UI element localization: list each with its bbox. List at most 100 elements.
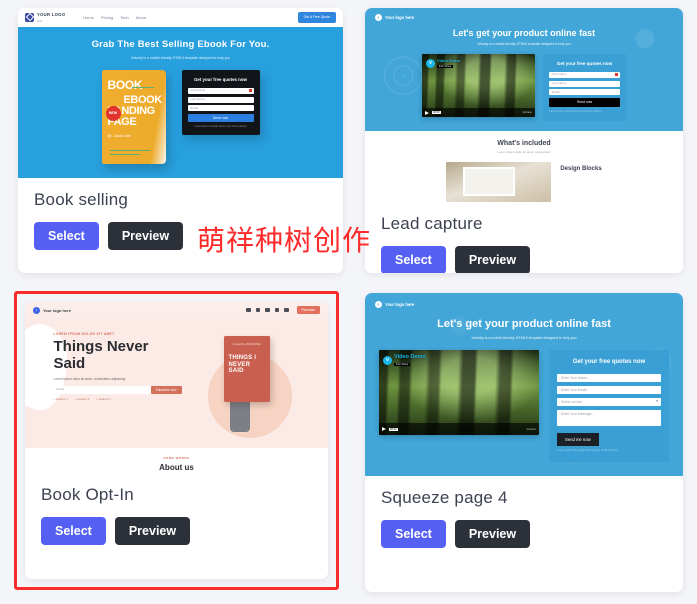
section-kicker: SOME WORDS [163, 456, 190, 460]
hero-section: Your logo here Let's get your product on… [365, 8, 683, 132]
facebook-icon [246, 307, 251, 313]
video-brand: from Vimeo [394, 363, 411, 367]
template-meta-book-selling: Book selling Select Preview [18, 178, 343, 273]
template-preview-squeeze-page-4: Your logo here Let's get your product on… [365, 293, 683, 477]
quote-field-name: Enter Your Name... [557, 373, 661, 382]
feature-item: + Feature 3 [96, 397, 111, 402]
hero-subhead: Lorem ipsum dolor sit amet, consectetur … [53, 376, 126, 381]
quote-form-note: Lorem Ipsum is simply dummy text of the … [557, 447, 618, 452]
logo-bolt-icon [375, 14, 382, 21]
logo-bolt-icon [33, 306, 40, 314]
template-meta-lead-capture: Lead capture Select Preview [365, 201, 683, 273]
quote-send-button: Send now [187, 113, 254, 123]
about-section: SOME WORDS About us [25, 448, 328, 473]
required-marker-icon [248, 89, 252, 93]
template-card-book-opt-in[interactable]: Your logo here Purchase LOREM IPSUM DOLO… [25, 302, 328, 579]
logo-subtext: here [37, 19, 43, 23]
preview-button[interactable]: Preview [114, 516, 191, 545]
ebook-line-1: BOOK [107, 78, 143, 93]
hero-headline: Let's get your product online fast [437, 318, 611, 330]
nav-link-pricing: Pricing [100, 15, 114, 20]
video-label: Video Demo [394, 354, 426, 361]
nav-cta-button: Get A Free Quote [297, 12, 336, 23]
nav-link-about: About [135, 15, 147, 20]
site-logo: Your logo here [365, 14, 683, 21]
video-brand: from Vimeo [437, 65, 454, 69]
quote-field-email: Email [549, 89, 620, 96]
quote-field-first-name: First Name [549, 71, 620, 78]
template-card-cell-book-selling: YOUR LOGO here Home Pricing Tech About G… [0, 0, 353, 285]
select-button[interactable]: Select [41, 516, 106, 545]
book-cover-image: A novel by JASON DOE THINGS I NEVER SAID [223, 336, 270, 402]
template-preview-book-opt-in: Your logo here Purchase LOREM IPSUM DOLO… [25, 302, 328, 473]
quote-send-button: Send now [549, 97, 620, 108]
vimeo-icon: v [426, 58, 435, 68]
video-thumbnail: v Video Demo from Vimeo 00:00 vimeo [379, 350, 539, 436]
nav-link-home: Home [83, 15, 94, 20]
hero-section: Grab The Best Selling Ebook For You. Vel… [18, 27, 343, 179]
hero-kicker: LOREM IPSUM DOLOR SIT AMET [53, 332, 115, 336]
site-logo: Your logo here [33, 306, 71, 314]
ebook-new-badge: NEW [105, 106, 121, 122]
whats-included-section: What's included Lorem ipsum dolor sit am… [365, 131, 683, 202]
quote-field-email: Enter Your Email... [557, 385, 661, 394]
logo-bolt-icon [375, 301, 382, 308]
preview-button[interactable]: Preview [454, 520, 531, 549]
select-button[interactable]: Select [34, 222, 99, 251]
email-input: Email [53, 385, 151, 394]
template-card-squeeze-page-4[interactable]: Your logo here Let's get your product on… [365, 293, 683, 592]
quote-form-title: Get your free quotes now [572, 359, 646, 366]
quote-form-box: Get your free quotes now Enter Your Name… [549, 350, 669, 463]
quote-form-title: Get your free quotes now [194, 77, 247, 83]
video-provider: vimeo [522, 111, 532, 115]
section-subtitle: Lorem ipsum dolor sit amet, consectetur [497, 149, 551, 154]
youtube-icon [274, 307, 280, 313]
quote-field-first-name: First Name [187, 88, 254, 94]
quote-field-email: Email [187, 105, 254, 112]
template-title: Book Opt-In [41, 484, 134, 504]
selected-template-highlight: Your logo here Purchase LOREM IPSUM DOLO… [14, 291, 339, 590]
twitter-icon [255, 307, 261, 313]
hero-headline: Things Never Said [53, 338, 149, 372]
book-author: A novel by JASON DOE [232, 343, 261, 346]
feature-list: + Feature 1 + Feature 2 + Feature 3 [54, 397, 182, 402]
template-actions: Select Preview [34, 222, 327, 251]
quote-field-last-name: Last Name [549, 80, 620, 87]
template-preview-book-selling: YOUR LOGO here Home Pricing Tech About G… [18, 8, 343, 179]
template-meta-book-opt-in: Book Opt-In Select Preview [25, 472, 328, 579]
template-card-lead-capture[interactable]: Your logo here Let's get your product on… [365, 8, 683, 273]
select-button[interactable]: Select [381, 520, 446, 549]
subscribe-form: Email Subscribe now [53, 385, 182, 395]
section-title: About us [159, 462, 194, 472]
play-icon [382, 427, 386, 432]
video-provider: vimeo [526, 427, 536, 431]
preview-button[interactable]: Preview [107, 222, 184, 251]
template-actions: Select Preview [41, 516, 312, 545]
preview-button[interactable]: Preview [454, 245, 531, 273]
template-actions: Select Preview [381, 520, 667, 549]
quote-field-last-name: Last Name [187, 96, 254, 103]
vimeo-icon: v [383, 355, 392, 365]
ebook-cover-image: BOOK NEW EBOOK LANDING PAGE By - Jason D… [101, 70, 166, 165]
template-card-book-selling[interactable]: YOUR LOGO here Home Pricing Tech About G… [18, 8, 343, 273]
logo-text: YOUR LOGO [37, 12, 66, 18]
site-logo: YOUR LOGO here [25, 12, 66, 23]
quote-form-title: Get your free quotes now [556, 61, 613, 67]
quote-form-note: Lorem ipsum is simply dummy text of the … [549, 110, 601, 114]
hero-artwork: A novel by JASON DOE THINGS I NEVER SAID [200, 332, 300, 438]
section-title: What's included [497, 140, 551, 148]
social-icons: Purchase [246, 306, 320, 314]
quote-field-service-select: Select service [557, 397, 661, 406]
logo-text: Your logo here [385, 14, 415, 20]
nav-link-tech: Tech [120, 15, 129, 20]
video-time: 00:00 [389, 427, 398, 431]
template-card-cell-book-opt-in: Your logo here Purchase LOREM IPSUM DOLO… [0, 285, 353, 604]
logo-text: Your logo here [385, 301, 415, 307]
template-preview-lead-capture: Your logo here Let's get your product on… [365, 8, 683, 202]
template-gallery-grid: YOUR LOGO here Home Pricing Tech About G… [0, 0, 697, 604]
select-button[interactable]: Select [381, 245, 446, 273]
video-label: Video Demo [437, 58, 461, 64]
dribbble-icon [284, 307, 289, 313]
video-controls-bar: 00:00 vimeo [422, 108, 535, 118]
subscribe-button: Subscribe now [150, 385, 182, 395]
